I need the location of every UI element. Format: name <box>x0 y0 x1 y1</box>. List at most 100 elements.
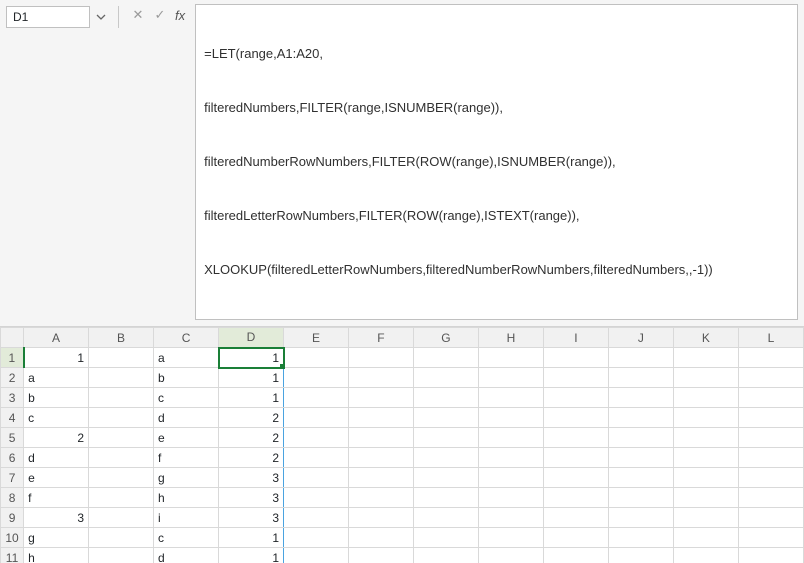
cell-F3[interactable] <box>348 388 413 408</box>
cell-D10[interactable]: 1 <box>219 528 284 548</box>
cell-B9[interactable] <box>89 508 154 528</box>
cell-C1[interactable]: a <box>154 348 219 368</box>
cell-H8[interactable] <box>478 488 543 508</box>
cell-C3[interactable]: c <box>154 388 219 408</box>
cell-H10[interactable] <box>478 528 543 548</box>
cell-H1[interactable] <box>478 348 543 368</box>
cell-B6[interactable] <box>89 448 154 468</box>
cell-J8[interactable] <box>608 488 673 508</box>
cell-B11[interactable] <box>89 548 154 563</box>
cell-F5[interactable] <box>348 428 413 448</box>
cell-D1[interactable]: 1 <box>219 348 284 368</box>
cell-J11[interactable] <box>608 548 673 563</box>
name-box-dropdown[interactable] <box>94 7 108 27</box>
cell-J1[interactable] <box>608 348 673 368</box>
cell-K2[interactable] <box>673 368 738 388</box>
cell-A4[interactable]: c <box>24 408 89 428</box>
cell-G1[interactable] <box>413 348 478 368</box>
cell-I10[interactable] <box>543 528 608 548</box>
cell-K8[interactable] <box>673 488 738 508</box>
cell-C6[interactable]: f <box>154 448 219 468</box>
column-header-G[interactable]: G <box>413 328 478 348</box>
cell-L9[interactable] <box>738 508 803 528</box>
cell-A5[interactable]: 2 <box>24 428 89 448</box>
cell-G2[interactable] <box>413 368 478 388</box>
cell-E10[interactable] <box>284 528 349 548</box>
cell-E6[interactable] <box>284 448 349 468</box>
spreadsheet-grid[interactable]: ABCDEFGHIJKL 11a12ab13bc14cd252e26df27eg… <box>0 327 804 563</box>
fx-label[interactable]: fx <box>175 8 185 23</box>
cell-A8[interactable]: f <box>24 488 89 508</box>
cell-G5[interactable] <box>413 428 478 448</box>
row-header-9[interactable]: 9 <box>1 508 24 528</box>
row-header-2[interactable]: 2 <box>1 368 24 388</box>
row-header-4[interactable]: 4 <box>1 408 24 428</box>
cell-L11[interactable] <box>738 548 803 563</box>
cell-K11[interactable] <box>673 548 738 563</box>
cell-G3[interactable] <box>413 388 478 408</box>
cell-F9[interactable] <box>348 508 413 528</box>
cell-E1[interactable] <box>284 348 349 368</box>
cell-A2[interactable]: a <box>24 368 89 388</box>
cell-E4[interactable] <box>284 408 349 428</box>
cell-B4[interactable] <box>89 408 154 428</box>
row-header-5[interactable]: 5 <box>1 428 24 448</box>
cell-C9[interactable]: i <box>154 508 219 528</box>
name-box[interactable]: D1 <box>6 6 90 28</box>
cell-G7[interactable] <box>413 468 478 488</box>
cell-J7[interactable] <box>608 468 673 488</box>
cell-E9[interactable] <box>284 508 349 528</box>
cell-E7[interactable] <box>284 468 349 488</box>
cell-B7[interactable] <box>89 468 154 488</box>
cell-G11[interactable] <box>413 548 478 563</box>
cell-E11[interactable] <box>284 548 349 563</box>
cell-H7[interactable] <box>478 468 543 488</box>
cell-I7[interactable] <box>543 468 608 488</box>
cell-F4[interactable] <box>348 408 413 428</box>
cell-L2[interactable] <box>738 368 803 388</box>
cell-A6[interactable]: d <box>24 448 89 468</box>
cell-F11[interactable] <box>348 548 413 563</box>
cell-L10[interactable] <box>738 528 803 548</box>
cell-H9[interactable] <box>478 508 543 528</box>
cell-J9[interactable] <box>608 508 673 528</box>
cell-J10[interactable] <box>608 528 673 548</box>
column-header-L[interactable]: L <box>738 328 803 348</box>
row-header-11[interactable]: 11 <box>1 548 24 563</box>
cell-I11[interactable] <box>543 548 608 563</box>
cell-J6[interactable] <box>608 448 673 468</box>
cell-E3[interactable] <box>284 388 349 408</box>
cell-K7[interactable] <box>673 468 738 488</box>
cell-H3[interactable] <box>478 388 543 408</box>
cell-B2[interactable] <box>89 368 154 388</box>
cell-G9[interactable] <box>413 508 478 528</box>
cell-L1[interactable] <box>738 348 803 368</box>
cell-L3[interactable] <box>738 388 803 408</box>
cell-L5[interactable] <box>738 428 803 448</box>
cell-E2[interactable] <box>284 368 349 388</box>
column-header-C[interactable]: C <box>154 328 219 348</box>
cell-B1[interactable] <box>89 348 154 368</box>
row-header-8[interactable]: 8 <box>1 488 24 508</box>
column-header-H[interactable]: H <box>478 328 543 348</box>
row-header-6[interactable]: 6 <box>1 448 24 468</box>
cell-D3[interactable]: 1 <box>219 388 284 408</box>
cell-H11[interactable] <box>478 548 543 563</box>
cell-F2[interactable] <box>348 368 413 388</box>
row-header-7[interactable]: 7 <box>1 468 24 488</box>
cell-C11[interactable]: d <box>154 548 219 563</box>
cell-D11[interactable]: 1 <box>219 548 284 563</box>
cell-L7[interactable] <box>738 468 803 488</box>
cell-D5[interactable]: 2 <box>219 428 284 448</box>
cell-C8[interactable]: h <box>154 488 219 508</box>
formula-bar[interactable]: =LET(range,A1:A20, filteredNumbers,FILTE… <box>195 4 798 320</box>
cell-K5[interactable] <box>673 428 738 448</box>
cell-K3[interactable] <box>673 388 738 408</box>
cell-C7[interactable]: g <box>154 468 219 488</box>
cell-H4[interactable] <box>478 408 543 428</box>
cell-D7[interactable]: 3 <box>219 468 284 488</box>
cell-L6[interactable] <box>738 448 803 468</box>
cell-I5[interactable] <box>543 428 608 448</box>
column-header-J[interactable]: J <box>608 328 673 348</box>
cell-A10[interactable]: g <box>24 528 89 548</box>
